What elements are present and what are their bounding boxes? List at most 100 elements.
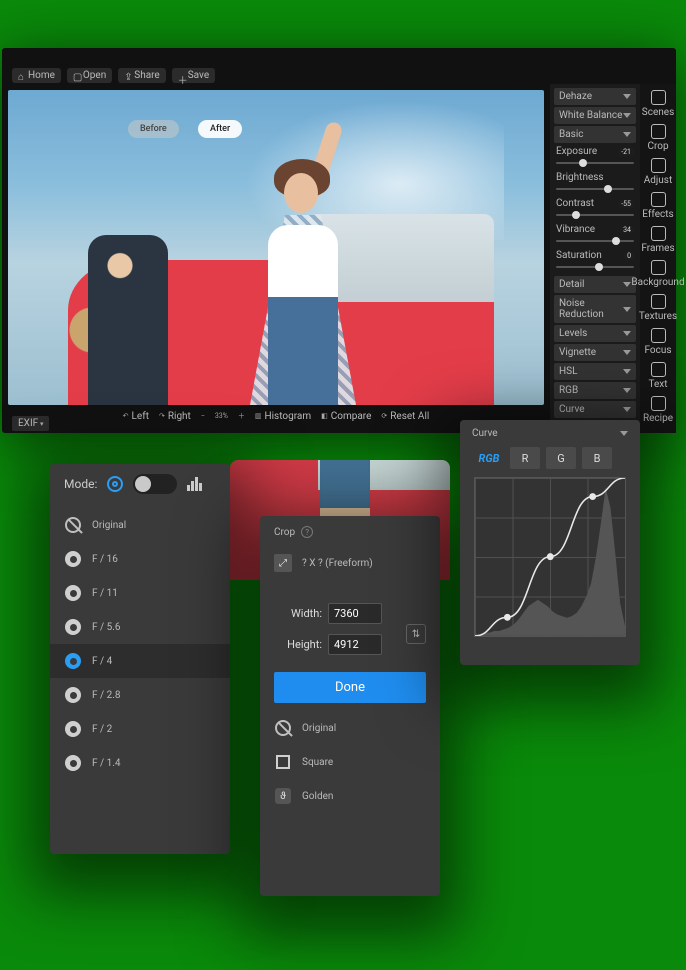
swap-dimensions-button[interactable]: ⇅ [406,624,426,644]
exposure-value[interactable]: -21 [618,148,634,156]
aperture-item-f-5-6[interactable]: F / 5.6 [50,610,230,644]
acc-hsl[interactable]: HSL [554,363,636,380]
acc-rgb[interactable]: RGB [554,382,636,399]
curve-panel: Curve RGB RGB [460,420,640,665]
curve-control-point[interactable] [547,553,554,560]
rotate-right-button[interactable]: ↷ Right [159,411,191,422]
acc-detail-label: Detail [559,279,584,290]
acc-basic[interactable]: Basic [554,126,636,143]
crop-preset-golden[interactable]: ϑGolden [260,779,440,813]
acc-levels[interactable]: Levels [554,325,636,342]
acc-dehaze[interactable]: Dehaze [554,88,636,105]
aperture-item-f-1-4[interactable]: F / 1.4 [50,746,230,780]
adjust-icon [651,158,666,173]
tool-focus[interactable]: Focus [643,328,673,356]
acc-detail[interactable]: Detail [554,276,636,293]
curve-graph[interactable] [474,477,626,637]
histogram-button[interactable]: ▥ Histogram [255,411,311,422]
exif-button[interactable]: EXIF ▾ [12,416,49,431]
freeform-icon: ⤢ [274,554,292,572]
open-button[interactable]: ▢Open [67,68,112,83]
photo-person-guitar-decor [88,235,168,405]
acc-vignette-label: Vignette [559,347,596,358]
crop-preset-square[interactable]: Square [260,745,440,779]
aperture-item-f-11[interactable]: F / 11 [50,576,230,610]
brightness-slider[interactable] [556,184,634,194]
chevron-down-icon [623,407,631,412]
crop-done-button[interactable]: Done [274,672,426,703]
mode-toggle[interactable] [133,474,177,494]
aperture-icon [64,584,82,602]
after-pill[interactable]: After [198,120,242,138]
zoom-out-button[interactable]: − [201,412,205,420]
zoom-in-button[interactable]: ＋ [238,411,245,421]
tool-background[interactable]: Background [643,260,673,288]
saturation-slider[interactable] [556,262,634,272]
exposure-slider[interactable] [556,158,634,168]
image-canvas[interactable]: Before After [8,90,544,405]
crop-width-input[interactable] [328,603,382,624]
home-button[interactable]: ⌂Home [12,68,61,83]
curve-panel-header: Curve [460,420,640,447]
chevron-down-icon[interactable] [620,431,628,436]
tool-recipe[interactable]: Recipe [643,396,673,424]
aperture-mode-icon[interactable] [107,476,123,492]
tool-scenes[interactable]: Scenes [643,90,673,118]
crop-height-input[interactable] [328,634,382,655]
contrast-value[interactable]: -55 [618,200,634,208]
acc-vignette[interactable]: Vignette [554,344,636,361]
save-button[interactable]: ＋Save [172,68,215,83]
curve-channel-b[interactable]: B [582,447,612,469]
histogram-label: Histogram [264,411,311,422]
share-label: Share [134,70,159,81]
curve-control-point[interactable] [504,614,511,621]
photo-editor-window: ⌂Home ▢Open ⇪Share ＋Save Before After ↶ … [2,48,676,433]
acc-white-balance[interactable]: White Balance [554,107,636,124]
acc-noise-reduction[interactable]: Noise Reduction [554,295,636,323]
vibrance-thumb[interactable] [612,237,620,245]
crop-preset-list: Original Square ϑGolden [260,711,440,813]
aperture-item-f-2[interactable]: F / 2 [50,712,230,746]
aperture-icon [64,686,82,704]
aperture-item-f-4[interactable]: F / 4 [50,644,230,678]
aperture-item-f-16[interactable]: F / 16 [50,542,230,576]
rotate-left-button[interactable]: ↶ Left [123,411,149,422]
reset-all-button[interactable]: ⟳ Reset All [381,411,429,422]
crop-freeform-row[interactable]: ⤢ ? X ? (Freeform) [260,548,440,584]
curve-channel-g[interactable]: G [546,447,576,469]
aperture-item-label: Original [92,520,126,531]
equalizer-mode-icon[interactable] [187,477,202,491]
aperture-item-original[interactable]: Original [50,508,230,542]
tool-crop[interactable]: Crop [643,124,673,152]
crop-preset-label: Square [302,757,333,768]
zoom-value[interactable]: 33% [215,412,228,420]
saturation-thumb[interactable] [595,263,603,271]
share-button[interactable]: ⇪Share [118,68,165,83]
vibrance-slider[interactable] [556,236,634,246]
chevron-down-icon [623,331,631,336]
tool-adjust[interactable]: Adjust [643,158,673,186]
curve-control-point[interactable] [589,493,596,500]
curve-line[interactable] [475,478,625,636]
curve-channel-rgb[interactable]: RGB [474,447,504,469]
aperture-item-label: F / 2 [92,724,112,735]
before-pill[interactable]: Before [128,120,179,138]
tool-text[interactable]: Text [643,362,673,390]
curve-channel-r[interactable]: R [510,447,540,469]
tool-textures[interactable]: Textures [643,294,673,322]
vibrance-value[interactable]: 34 [620,226,634,234]
crop-preset-original[interactable]: Original [260,711,440,745]
saturation-value[interactable]: 0 [624,252,634,260]
contrast-slider[interactable] [556,210,634,220]
acc-levels-label: Levels [559,328,587,339]
exposure-thumb[interactable] [579,159,587,167]
tool-effects[interactable]: Effects [643,192,673,220]
contrast-thumb[interactable] [572,211,580,219]
aperture-item-f-2-8[interactable]: F / 2.8 [50,678,230,712]
compare-button[interactable]: ◧ Compare [321,411,371,422]
tool-frames[interactable]: Frames [643,226,673,254]
brightness-thumb[interactable] [604,185,612,193]
save-icon: ＋ [178,72,185,79]
help-icon[interactable]: ? [301,526,313,538]
acc-curve[interactable]: Curve [554,401,636,418]
